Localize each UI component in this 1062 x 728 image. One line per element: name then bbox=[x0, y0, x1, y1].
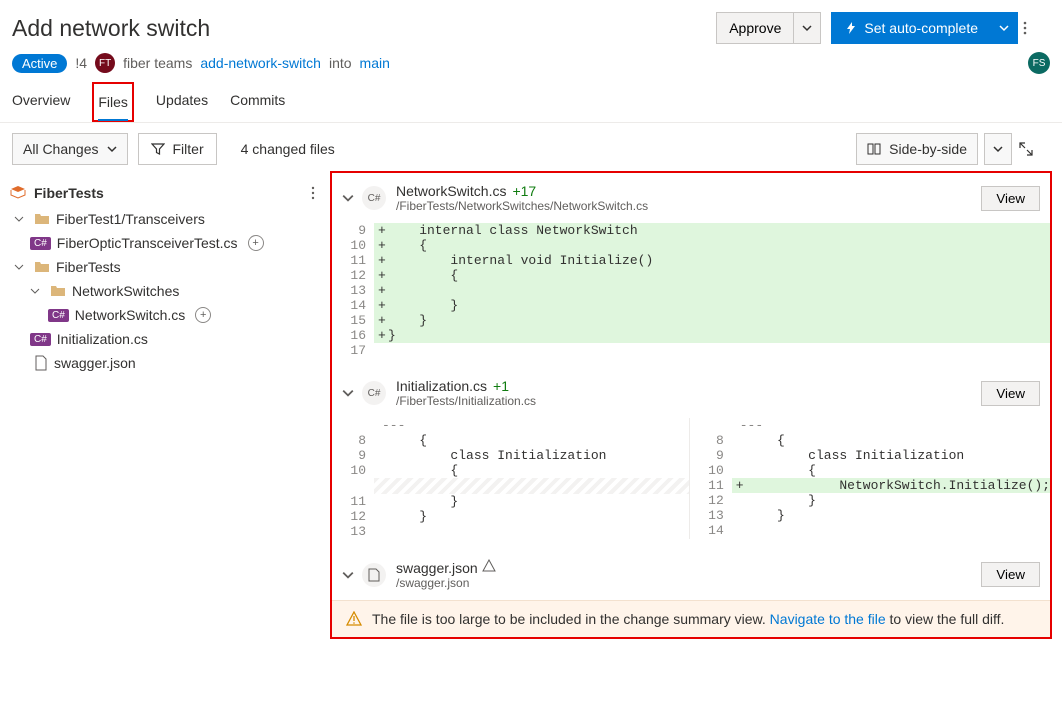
file-name: Initialization.cs bbox=[396, 378, 487, 394]
tree-folder[interactable]: NetworkSwitches bbox=[8, 279, 322, 303]
fullscreen-button[interactable] bbox=[1018, 141, 1050, 157]
line-delta: +17 bbox=[512, 183, 536, 199]
tree-folder[interactable]: FiberTests bbox=[8, 255, 322, 279]
tab-files[interactable]: Files bbox=[98, 84, 128, 120]
view-mode-menu[interactable] bbox=[984, 133, 1012, 165]
lightning-icon bbox=[844, 21, 858, 35]
chevron-down-icon bbox=[14, 262, 24, 272]
csharp-badge: C# bbox=[30, 237, 51, 250]
filter-icon bbox=[151, 142, 165, 156]
folder-icon bbox=[50, 284, 66, 298]
tab-commits[interactable]: Commits bbox=[230, 82, 285, 122]
approve-menu[interactable] bbox=[794, 12, 821, 44]
view-file-button[interactable]: View bbox=[981, 381, 1040, 406]
folder-icon bbox=[34, 260, 50, 274]
source-branch-link[interactable]: add-network-switch bbox=[200, 55, 321, 71]
chevron-down-icon bbox=[342, 387, 354, 399]
csharp-icon: C# bbox=[362, 186, 386, 210]
reviewer-avatar[interactable]: FS bbox=[1028, 52, 1050, 74]
all-changes-dropdown[interactable]: All Changes bbox=[12, 133, 128, 165]
view-file-button[interactable]: View bbox=[981, 186, 1040, 211]
tree-file[interactable]: swagger.json bbox=[8, 351, 322, 375]
view-file-button[interactable]: View bbox=[981, 562, 1040, 587]
warning-icon bbox=[482, 559, 496, 573]
csharp-badge: C# bbox=[48, 309, 69, 322]
chevron-down-icon bbox=[30, 286, 40, 296]
diff-panel: C# NetworkSwitch.cs +17 /FiberTests/Netwo… bbox=[330, 171, 1052, 639]
line-delta: +1 bbox=[493, 378, 509, 394]
file-icon bbox=[362, 563, 386, 587]
avatar: FT bbox=[95, 53, 115, 73]
chevron-down-icon bbox=[14, 214, 24, 224]
added-indicator: + bbox=[195, 307, 211, 323]
tree-folder[interactable]: FiberTest1/Transceivers bbox=[8, 207, 322, 231]
tab-overview[interactable]: Overview bbox=[12, 82, 70, 122]
csharp-icon: C# bbox=[362, 381, 386, 405]
collapse-toggle[interactable] bbox=[342, 192, 362, 204]
file-path: /FiberTests/NetworkSwitches/NetworkSwitc… bbox=[396, 199, 648, 213]
tree-file[interactable]: C# Initialization.cs bbox=[8, 327, 322, 351]
tree-file[interactable]: C# NetworkSwitch.cs + bbox=[8, 303, 322, 327]
navigate-to-file-link[interactable]: Navigate to the file bbox=[770, 611, 886, 627]
into-label: into bbox=[329, 55, 352, 71]
file-tree: FiberTests FiberTest1/Transceivers C# Fi… bbox=[0, 175, 330, 639]
collapse-toggle[interactable] bbox=[342, 387, 362, 399]
more-vertical-icon bbox=[1018, 21, 1032, 35]
warning-banner: The file is too large to be included in … bbox=[332, 600, 1050, 637]
file-icon bbox=[34, 355, 48, 371]
more-vertical-icon[interactable] bbox=[306, 186, 320, 200]
csharp-badge: C# bbox=[30, 333, 51, 346]
view-mode-dropdown[interactable]: Side-by-side bbox=[856, 133, 978, 165]
tree-file[interactable]: C# FiberOpticTransceiverTest.cs + bbox=[8, 231, 322, 255]
pr-id: !4 bbox=[75, 55, 87, 71]
warning-icon bbox=[346, 611, 362, 627]
file-name: NetworkSwitch.cs bbox=[396, 183, 506, 199]
approve-button[interactable]: Approve bbox=[716, 12, 794, 44]
chevron-down-icon bbox=[342, 192, 354, 204]
team-name: fiber teams bbox=[123, 55, 192, 71]
chevron-down-icon bbox=[999, 23, 1009, 33]
collapse-toggle[interactable] bbox=[342, 569, 362, 581]
chevron-down-icon bbox=[993, 144, 1003, 154]
chevron-down-icon bbox=[107, 144, 117, 154]
tab-updates[interactable]: Updates bbox=[156, 82, 208, 122]
file-path: /swagger.json bbox=[396, 576, 496, 590]
auto-complete-menu[interactable] bbox=[991, 12, 1018, 44]
folder-icon bbox=[34, 212, 50, 226]
target-branch-link[interactable]: main bbox=[360, 55, 390, 71]
set-auto-complete-button[interactable]: Set auto-complete bbox=[831, 12, 991, 44]
more-actions-button[interactable] bbox=[1018, 21, 1050, 35]
chevron-down-icon bbox=[342, 569, 354, 581]
added-indicator: + bbox=[248, 235, 264, 251]
repo-icon bbox=[10, 185, 26, 201]
filter-button[interactable]: Filter bbox=[138, 133, 217, 165]
tabs: Overview Files Updates Commits bbox=[0, 82, 1062, 123]
changed-files-count: 4 changed files bbox=[241, 141, 335, 157]
side-by-side-icon bbox=[867, 142, 881, 156]
page-title: Add network switch bbox=[12, 15, 716, 42]
expand-icon bbox=[1018, 141, 1034, 157]
status-badge: Active bbox=[12, 54, 67, 73]
file-path: /FiberTests/Initialization.cs bbox=[396, 394, 536, 408]
repo-name: FiberTests bbox=[34, 185, 104, 201]
file-name: swagger.json bbox=[396, 560, 478, 576]
chevron-down-icon bbox=[802, 23, 812, 33]
